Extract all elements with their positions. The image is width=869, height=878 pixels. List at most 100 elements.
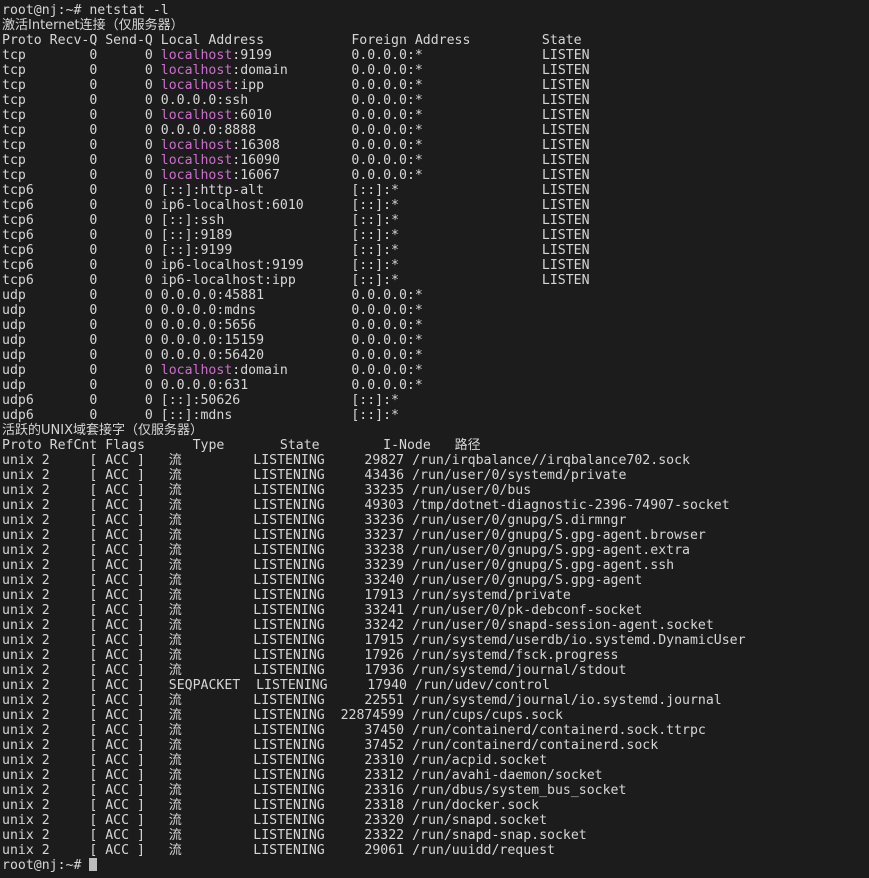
socket-path: /run/systemd/userdb/io.systemd.DynamicUs… xyxy=(412,633,746,648)
unix-row: unix 2 [ ACC ] 流 LISTENING 49303 /tmp/do… xyxy=(2,498,730,513)
shell-prompt: root@nj:~# xyxy=(2,858,90,873)
internet-row: tcp6 0 0 [::]:http-alt [::]:* LISTEN xyxy=(2,183,590,198)
socket-type: 流 xyxy=(168,453,182,468)
unix-row: unix 2 [ ACC ] 流 LISTENING 17913 /run/sy… xyxy=(2,588,571,603)
socket-type: 流 xyxy=(168,798,182,813)
internet-row: udp6 0 0 [::]:mdns [::]:* xyxy=(2,408,542,423)
internet-section-header: Proto Recv-Q Send-Q Local Address Foreig… xyxy=(2,33,582,48)
local-hostname: localhost xyxy=(160,63,233,78)
socket-type: 流 xyxy=(168,783,182,798)
socket-type: 流 xyxy=(168,498,182,513)
socket-path: /run/containerd/containerd.sock xyxy=(412,738,659,753)
socket-type: 流 xyxy=(168,663,182,678)
internet-row: tcp 0 0 0.0.0.0:ssh 0.0.0.0:* LISTEN xyxy=(2,93,590,108)
unix-row: unix 2 [ ACC ] 流 LISTENING 17936 /run/sy… xyxy=(2,663,627,678)
internet-row: tcp 0 0 localhost:16090 0.0.0.0:* LISTEN xyxy=(2,153,590,168)
internet-row: tcp 0 0 localhost:9199 0.0.0.0:* LISTEN xyxy=(2,48,590,63)
socket-path: /run/udev/control xyxy=(414,678,550,693)
local-hostname: localhost xyxy=(160,363,233,378)
unix-row: unix 2 [ ACC ] 流 LISTENING 37452 /run/co… xyxy=(2,738,659,753)
socket-type: 流 xyxy=(168,558,182,573)
internet-row: udp 0 0 0.0.0.0:45881 0.0.0.0:* xyxy=(2,288,542,303)
unix-row: unix 2 [ ACC ] 流 LISTENING 23320 /run/sn… xyxy=(2,813,548,828)
internet-row: udp 0 0 0.0.0.0:631 0.0.0.0:* xyxy=(2,378,542,393)
socket-type: 流 xyxy=(168,708,182,723)
unix-row: unix 2 [ ACC ] 流 LISTENING 23322 /run/sn… xyxy=(2,828,587,843)
socket-path: /run/snapd.socket xyxy=(412,813,548,828)
socket-path: /run/acpid.socket xyxy=(412,753,548,768)
socket-type: 流 xyxy=(168,603,182,618)
unix-row: unix 2 [ ACC ] 流 LISTENING 22874599 /run… xyxy=(2,708,563,723)
socket-path: /run/systemd/fsck.progress xyxy=(412,648,619,663)
socket-path: /tmp/dotnet-diagnostic-2396-74907-socket xyxy=(412,498,730,513)
terminal-window[interactable]: root@nj:~# netstat -l 激活Internet连接（仅服务器） P… xyxy=(0,0,869,878)
unix-row: unix 2 [ ACC ] 流 LISTENING 33239 /run/us… xyxy=(2,558,675,573)
internet-row: tcp6 0 0 ip6-localhost:6010 [::]:* LISTE… xyxy=(2,198,590,213)
socket-path: /run/user/0/gnupg/S.dirmngr xyxy=(412,513,627,528)
socket-type: 流 xyxy=(168,768,182,783)
socket-type: 流 xyxy=(168,813,182,828)
unix-row: unix 2 [ ACC ] 流 LISTENING 22551 /run/sy… xyxy=(2,693,722,708)
internet-row: tcp 0 0 localhost:ipp 0.0.0.0:* LISTEN xyxy=(2,78,590,93)
unix-row: unix 2 [ ACC ] 流 LISTENING 29827 /run/ir… xyxy=(2,453,690,468)
unix-row: unix 2 [ ACC ] 流 LISTENING 29061 /run/uu… xyxy=(2,843,555,858)
local-hostname: localhost xyxy=(160,138,233,153)
socket-path: /run/user/0/gnupg/S.gpg-agent xyxy=(412,573,643,588)
socket-type: 流 xyxy=(168,633,182,648)
socket-path: /run/avahi-daemon/socket xyxy=(412,768,603,783)
internet-row: tcp6 0 0 ip6-localhost:9199 [::]:* LISTE… xyxy=(2,258,590,273)
internet-row: udp 0 0 localhost:domain 0.0.0.0:* xyxy=(2,363,542,378)
unix-row: unix 2 [ ACC ] 流 LISTENING 33236 /run/us… xyxy=(2,513,627,528)
socket-path: /run/docker.sock xyxy=(412,798,540,813)
socket-path: /run/user/0/gnupg/S.gpg-agent.ssh xyxy=(412,558,675,573)
socket-path: /run/irqbalance//irqbalance702.sock xyxy=(412,453,690,468)
socket-path: /run/user/0/snapd-session-agent.socket xyxy=(412,618,714,633)
unix-section-title: 活跃的UNIX域套接字（仅服务器） xyxy=(2,423,203,438)
socket-path: /run/systemd/private xyxy=(412,588,571,603)
socket-type: SEQPACKET xyxy=(168,678,257,693)
socket-type: 流 xyxy=(168,528,182,543)
internet-row: tcp 0 0 localhost:16067 0.0.0.0:* LISTEN xyxy=(2,168,590,183)
unix-row: unix 2 [ ACC ] 流 LISTENING 37450 /run/co… xyxy=(2,723,706,738)
text-cursor xyxy=(89,858,98,871)
internet-row: udp 0 0 0.0.0.0:mdns 0.0.0.0:* xyxy=(2,303,542,318)
unix-row: unix 2 [ ACC ] 流 LISTENING 43436 /run/us… xyxy=(2,468,627,483)
socket-type: 流 xyxy=(168,828,182,843)
socket-type: 流 xyxy=(168,723,182,738)
socket-type: 流 xyxy=(168,588,182,603)
internet-row: udp 0 0 0.0.0.0:56420 0.0.0.0:* xyxy=(2,348,542,363)
unix-section-header: Proto RefCnt Flags Type State I-Node 路径 xyxy=(2,438,481,453)
unix-row: unix 2 [ ACC ] 流 LISTENING 23310 /run/ac… xyxy=(2,753,548,768)
internet-row: tcp6 0 0 ip6-localhost:ipp [::]:* LISTEN xyxy=(2,273,590,288)
socket-type: 流 xyxy=(168,738,182,753)
local-hostname: localhost xyxy=(160,168,233,183)
socket-type: 流 xyxy=(168,843,182,858)
socket-path: /run/dbus/system_bus_socket xyxy=(412,783,627,798)
unix-row: unix 2 [ ACC ] 流 LISTENING 33238 /run/us… xyxy=(2,543,690,558)
internet-section-title: 激活Internet连接（仅服务器） xyxy=(2,18,184,33)
unix-row: unix 2 [ ACC ] 流 LISTENING 33242 /run/us… xyxy=(2,618,714,633)
internet-row: udp 0 0 0.0.0.0:5656 0.0.0.0:* xyxy=(2,318,542,333)
unix-row: unix 2 [ ACC ] 流 LISTENING 23312 /run/av… xyxy=(2,768,603,783)
unix-row: unix 2 [ ACC ] SEQPACKET LISTENING 17940… xyxy=(2,678,550,693)
internet-row: tcp6 0 0 [::]:ssh [::]:* LISTEN xyxy=(2,213,590,228)
local-hostname: localhost xyxy=(160,78,233,93)
unix-row: unix 2 [ ACC ] 流 LISTENING 17926 /run/sy… xyxy=(2,648,619,663)
socket-path: /run/cups/cups.sock xyxy=(412,708,563,723)
socket-path: /run/containerd/containerd.sock.ttrpc xyxy=(412,723,706,738)
socket-path: /run/user/0/systemd/private xyxy=(412,468,627,483)
unix-row: unix 2 [ ACC ] 流 LISTENING 17915 /run/sy… xyxy=(2,633,746,648)
local-hostname: localhost xyxy=(160,153,233,168)
socket-path: /run/systemd/journal/io.systemd.journal xyxy=(412,693,722,708)
socket-type: 流 xyxy=(168,753,182,768)
socket-path: /run/user/0/pk-debconf-socket xyxy=(412,603,643,618)
socket-path: /run/user/0/gnupg/S.gpg-agent.extra xyxy=(412,543,690,558)
socket-type: 流 xyxy=(168,468,182,483)
unix-row: unix 2 [ ACC ] 流 LISTENING 33235 /run/us… xyxy=(2,483,532,498)
unix-row: unix 2 [ ACC ] 流 LISTENING 23316 /run/db… xyxy=(2,783,627,798)
unix-row: unix 2 [ ACC ] 流 LISTENING 33241 /run/us… xyxy=(2,603,643,618)
socket-path: /run/uuidd/request xyxy=(412,843,555,858)
prompt-line[interactable]: root@nj:~# xyxy=(2,858,869,873)
socket-type: 流 xyxy=(168,618,182,633)
socket-path: /run/systemd/journal/stdout xyxy=(412,663,627,678)
